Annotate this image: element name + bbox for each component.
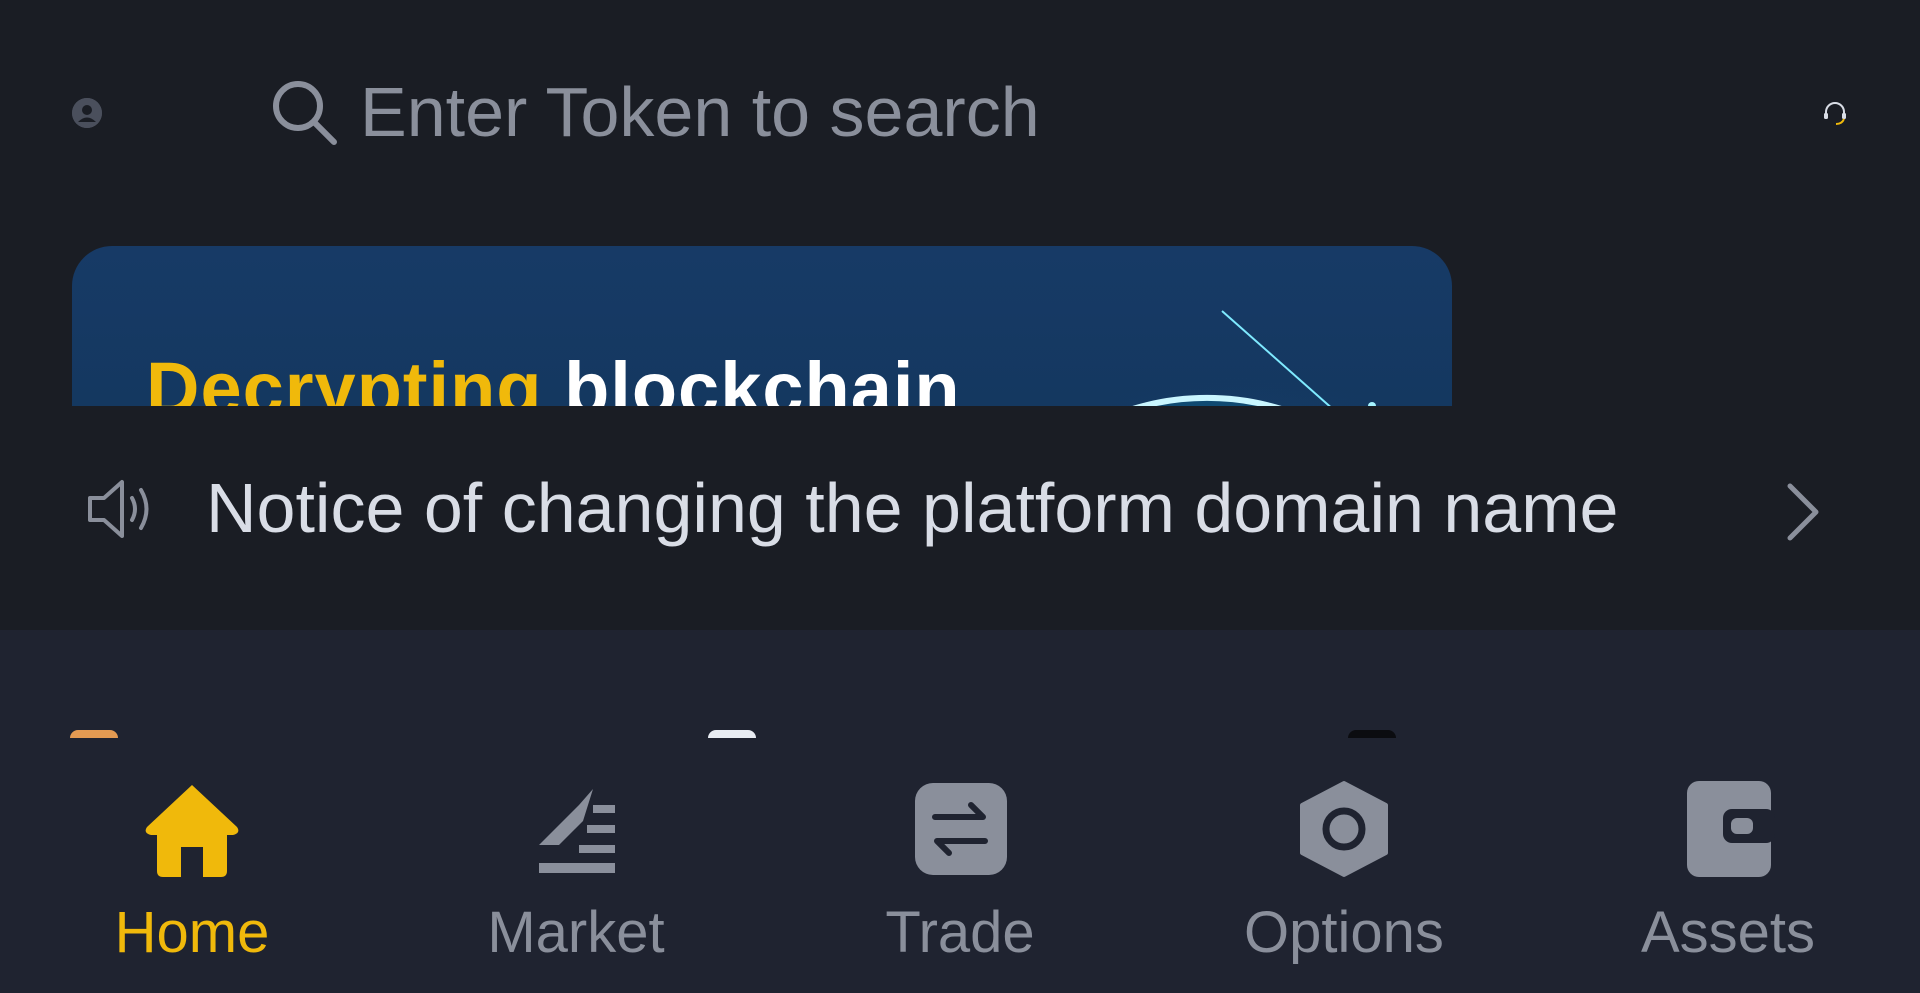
app-root: Decrypting blockchain Notice of changing… — [0, 0, 1920, 993]
home-icon — [137, 775, 247, 885]
coin-icon — [70, 730, 118, 738]
market-icon — [521, 775, 631, 885]
coin-icon — [708, 730, 756, 738]
nav-label: Assets — [1640, 900, 1816, 965]
nav-label: Trade — [885, 900, 1035, 965]
nav-label: Market — [487, 900, 665, 965]
options-icon — [1289, 775, 1399, 885]
nav-label: Options — [1244, 900, 1444, 965]
banner-headline-main: blockchain — [564, 347, 961, 406]
user-avatar-icon[interactable] — [72, 98, 102, 128]
nav-trade[interactable]: Trade — [768, 765, 1152, 993]
search-icon — [268, 76, 340, 148]
headset-icon[interactable] — [1820, 98, 1850, 128]
globe-illustration — [952, 306, 1432, 406]
banner-headline-accent: Decrypting — [146, 347, 543, 406]
search-input[interactable] — [360, 62, 1560, 162]
nav-market[interactable]: Market — [384, 765, 768, 993]
banner-headline: Decrypting blockchain — [146, 346, 961, 406]
trade-icon — [905, 775, 1015, 885]
nav-assets[interactable]: Assets — [1536, 765, 1920, 993]
chevron-right-icon[interactable] — [1778, 480, 1828, 544]
notice-text[interactable]: Notice of changing the platform domain n… — [206, 468, 1618, 548]
coin-icon — [1348, 730, 1396, 738]
promo-banner[interactable]: Decrypting blockchain — [72, 246, 1452, 406]
nav-options[interactable]: Options — [1152, 765, 1536, 993]
wallet-icon — [1673, 775, 1783, 885]
search-bar[interactable] — [268, 62, 1668, 162]
bottom-nav: Home Market Trade Options Assets — [0, 765, 1920, 993]
header — [0, 0, 1920, 230]
notice-bar[interactable]: Notice of changing the platform domain n… — [0, 406, 1920, 630]
nav-label: Home — [114, 900, 270, 965]
speaker-icon — [84, 474, 154, 544]
nav-home[interactable]: Home — [0, 765, 384, 993]
